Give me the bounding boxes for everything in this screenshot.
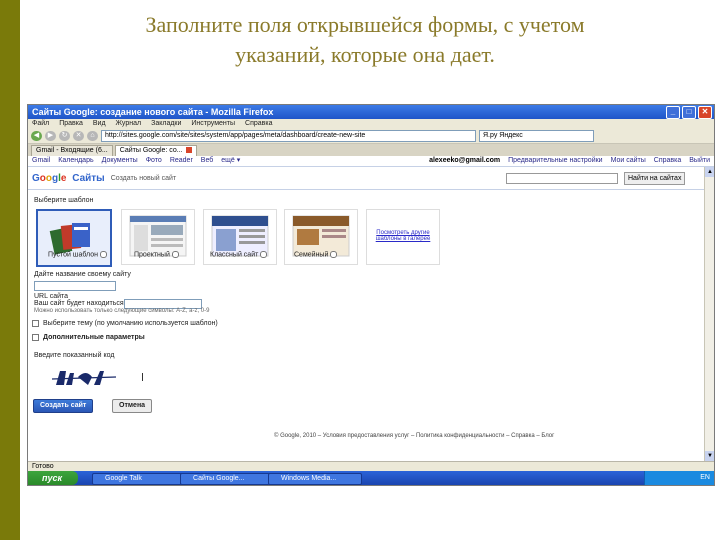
site-name-label: Дайте название своему сайту bbox=[34, 271, 131, 278]
menu-item-view[interactable]: Вид bbox=[93, 119, 106, 129]
template-caption-classroom: Классный сайт bbox=[210, 251, 268, 258]
google-sites-logo[interactable]: Google Сайты bbox=[32, 173, 105, 184]
system-tray: EN bbox=[644, 471, 714, 485]
google-link-gmail[interactable]: Gmail bbox=[32, 156, 50, 166]
template-radio[interactable] bbox=[99, 251, 107, 258]
maximize-icon[interactable]: □ bbox=[682, 106, 696, 119]
sites-header: Google Сайты Создать новый сайт Найти на… bbox=[28, 167, 714, 190]
browser-title-bar: Сайты Google: создание нового сайта - Mo… bbox=[28, 105, 714, 119]
tab-google-sites[interactable]: Сайты Google: со... bbox=[114, 145, 197, 156]
site-url-label: URL сайта bbox=[34, 293, 69, 300]
my-sites-link[interactable]: Мои сайты bbox=[611, 156, 646, 166]
user-email: alexeeko@gmail.com bbox=[429, 157, 501, 164]
status-bar: Готово bbox=[28, 461, 714, 471]
menu-item-tools[interactable]: Инструменты bbox=[191, 119, 235, 129]
site-url-note: Можно использовать только следующие симв… bbox=[34, 308, 210, 314]
google-link-calendar[interactable]: Календарь bbox=[58, 156, 93, 166]
page-subtitle: Создать новый сайт bbox=[110, 174, 177, 182]
template-radio[interactable] bbox=[260, 251, 268, 258]
slide-title-line-1: Заполните поля открывшейся формы, с учет… bbox=[145, 12, 585, 37]
template-gallery-link[interactable]: Посмотреть другие шаблоны в галерее bbox=[366, 209, 440, 265]
minimize-icon[interactable]: _ bbox=[666, 106, 680, 119]
menu-bar: Файл Правка Вид Журнал Закладки Инструме… bbox=[28, 119, 714, 129]
taskbar-item-talk[interactable]: Google Talk bbox=[92, 473, 186, 485]
sites-search-input[interactable] bbox=[506, 173, 618, 184]
sites-search-button[interactable]: Найти на сайтах bbox=[624, 172, 686, 185]
page-footer: © Google, 2010 – Условия предоставления … bbox=[274, 433, 555, 439]
close-icon[interactable]: ✕ bbox=[698, 106, 712, 119]
window-title: Сайты Google: создание нового сайта - Mo… bbox=[32, 107, 274, 117]
template-caption-project: Проектный bbox=[134, 251, 179, 258]
forward-icon[interactable]: ▶ bbox=[45, 131, 56, 141]
close-tab-icon[interactable] bbox=[185, 147, 192, 154]
template-radio[interactable] bbox=[330, 251, 338, 258]
browser-screenshot: Сайты Google: создание нового сайта - Mo… bbox=[27, 104, 715, 486]
captcha-label: Введите показанный код bbox=[34, 352, 115, 359]
google-link-docs[interactable]: Документы bbox=[102, 156, 138, 166]
slide-title-line-2: указаний, которые она дает. bbox=[235, 42, 495, 67]
scroll-down-icon[interactable]: ▼ bbox=[705, 451, 714, 461]
expand-icon bbox=[32, 319, 39, 327]
theme-row-label: Выберите тему (по умолчанию используется… bbox=[43, 320, 218, 327]
menu-item-help[interactable]: Справка bbox=[245, 119, 272, 129]
stop-icon[interactable]: ✕ bbox=[73, 131, 84, 141]
help-link[interactable]: Справка bbox=[654, 156, 681, 166]
template-heading: Выберите шаблон bbox=[34, 197, 94, 204]
vertical-scrollbar[interactable]: ▲ ▼ bbox=[704, 167, 714, 461]
taskbar-item-media[interactable]: Windows Media... bbox=[268, 473, 362, 485]
advanced-row-label: Дополнительные параметры bbox=[43, 334, 145, 341]
search-input[interactable]: Я.ру Яндекс bbox=[479, 130, 594, 142]
template-caption-blank: Пустой шаблон bbox=[48, 251, 107, 258]
google-link-reader[interactable]: Reader bbox=[170, 156, 193, 166]
logo-sites-text: Сайты bbox=[72, 172, 105, 184]
scroll-up-icon[interactable]: ▲ bbox=[705, 167, 714, 177]
template-caption-family: Семейный bbox=[294, 251, 338, 258]
gallery-link-text: Посмотреть другие шаблоны в галерее bbox=[375, 230, 431, 242]
taskbar-item-sites[interactable]: Сайты Google... bbox=[180, 473, 274, 485]
tab-gmail[interactable]: Gmail - Входящие (6... bbox=[31, 145, 113, 156]
start-button[interactable]: пуск bbox=[28, 471, 78, 485]
cancel-button[interactable]: Отмена bbox=[112, 399, 153, 413]
menu-item-history[interactable]: Журнал bbox=[116, 119, 142, 129]
menu-item-edit[interactable]: Правка bbox=[59, 119, 83, 129]
site-name-field[interactable] bbox=[34, 281, 116, 291]
slide-title: Заполните поля открывшейся формы, с учет… bbox=[30, 10, 700, 70]
google-link-more[interactable]: ещё ▾ bbox=[221, 156, 240, 166]
sign-out-link[interactable]: Выйти bbox=[689, 156, 710, 166]
google-link-photos[interactable]: Фото bbox=[146, 156, 162, 166]
expand-icon bbox=[32, 333, 39, 341]
address-bar[interactable]: http://sites.google.com/site/sites/syste… bbox=[101, 130, 476, 142]
template-radio[interactable] bbox=[171, 251, 179, 258]
tab-strip: Gmail - Входящие (6... Сайты Google: со.… bbox=[28, 144, 714, 156]
tab-label: Сайты Google: со... bbox=[119, 147, 183, 154]
navigation-toolbar: ◀ ▶ ↻ ✕ ⌂ http://sites.google.com/site/s… bbox=[28, 129, 714, 144]
tab-label: Gmail - Входящие (6... bbox=[36, 147, 108, 154]
google-link-web[interactable]: Веб bbox=[201, 156, 214, 166]
reload-icon[interactable]: ↻ bbox=[59, 131, 70, 141]
google-bar: Gmail Календарь Документы Фото Reader Ве… bbox=[28, 156, 714, 167]
home-icon[interactable]: ⌂ bbox=[87, 131, 98, 141]
theme-row[interactable]: Выберите тему (по умолчанию используется… bbox=[32, 319, 218, 329]
captcha-input-cursor bbox=[142, 373, 143, 381]
menu-item-bookmarks[interactable]: Закладки bbox=[151, 119, 181, 129]
windows-taskbar: пуск Google Talk Сайты Google... Windows… bbox=[28, 471, 714, 485]
settings-link[interactable]: Предварительные настройки bbox=[508, 156, 602, 166]
captcha-image bbox=[52, 371, 116, 385]
menu-item-file[interactable]: Файл bbox=[32, 119, 49, 129]
advanced-row[interactable]: Дополнительные параметры bbox=[32, 333, 145, 343]
create-site-button[interactable]: Создать сайт bbox=[33, 399, 94, 413]
slide-left-bar bbox=[0, 0, 20, 540]
back-icon[interactable]: ◀ bbox=[31, 131, 42, 141]
